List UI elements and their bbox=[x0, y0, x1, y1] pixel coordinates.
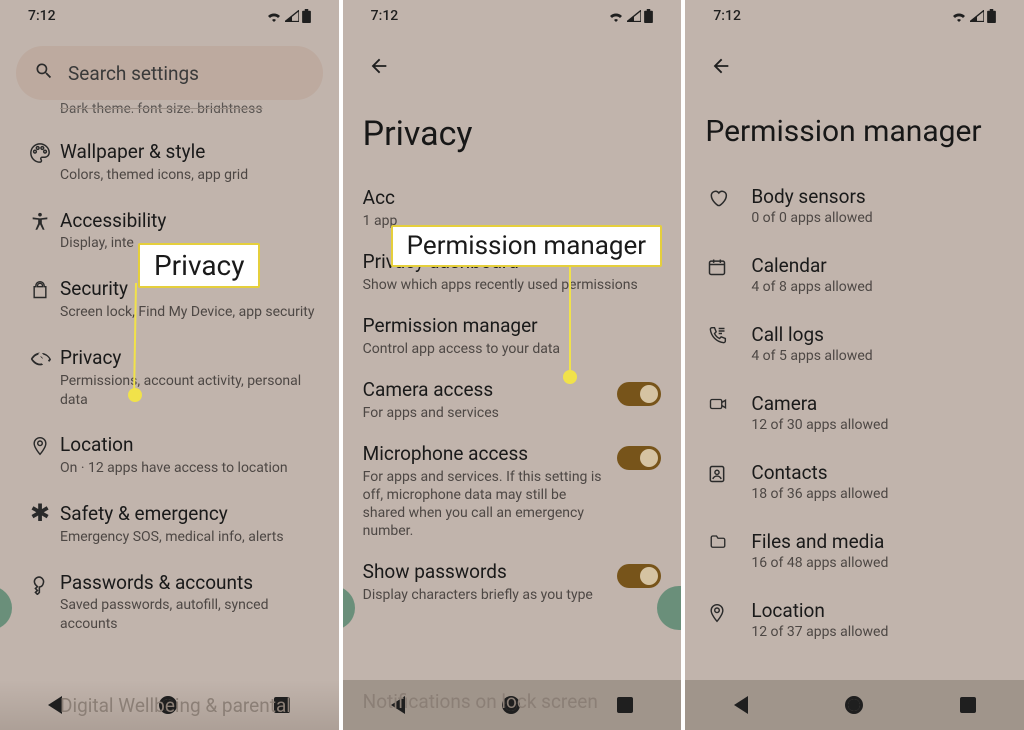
microphone-access-switch[interactable] bbox=[617, 446, 661, 470]
signal-icon bbox=[627, 10, 641, 22]
perm-row-camera[interactable]: Camera12 of 30 apps allowed bbox=[685, 378, 1024, 447]
wifi-icon bbox=[608, 10, 624, 22]
panel-permission-manager: 7:12 Permission manager Body sensors0 of… bbox=[685, 0, 1024, 730]
search-settings[interactable]: Search settings bbox=[16, 46, 323, 100]
folder-icon bbox=[707, 530, 751, 551]
privacy-row-camera-access[interactable]: Camera accessFor apps and services bbox=[343, 368, 682, 432]
search-placeholder: Search settings bbox=[68, 62, 199, 85]
three-panel-stage: 7:12 Search settings Dark theme, font si… bbox=[0, 0, 1024, 730]
callout-privacy: Privacy bbox=[138, 243, 260, 288]
location-pin-icon bbox=[20, 433, 60, 457]
search-icon bbox=[34, 61, 54, 85]
privacy-eye-icon bbox=[20, 346, 60, 370]
row-privacy[interactable]: PrivacyPermissions, account activity, pe… bbox=[0, 334, 339, 422]
status-icons bbox=[951, 9, 996, 23]
location-pin-icon bbox=[707, 599, 751, 624]
callout-permission-manager: Permission manager bbox=[391, 225, 662, 267]
signal-icon bbox=[970, 10, 984, 22]
nav-bar: Notifications on lock screen bbox=[343, 680, 682, 730]
settings-list: Wallpaper & styleColors, themed icons, a… bbox=[0, 122, 339, 646]
status-time: 7:12 bbox=[371, 8, 399, 24]
status-icons bbox=[608, 9, 653, 23]
perm-row-call-logs[interactable]: Call logs4 of 5 apps allowed bbox=[685, 309, 1024, 378]
status-bar: 7:12 bbox=[0, 0, 339, 28]
calendar-icon bbox=[707, 254, 751, 277]
row-wallpaper[interactable]: Wallpaper & styleColors, themed icons, a… bbox=[0, 128, 339, 197]
page-title: Permission manager bbox=[685, 90, 1024, 171]
nav-home[interactable] bbox=[845, 696, 863, 714]
accessibility-icon bbox=[20, 209, 60, 233]
contacts-icon bbox=[707, 461, 751, 484]
perm-row-location[interactable]: Location12 of 37 apps allowed bbox=[685, 585, 1024, 654]
camera-icon bbox=[707, 392, 751, 413]
wifi-icon bbox=[951, 10, 967, 22]
prev-item-partial: Dark theme, font size, brightness bbox=[60, 101, 323, 113]
status-bar: 7:12 bbox=[343, 0, 682, 28]
back-button[interactable] bbox=[701, 46, 741, 86]
next-item-partial: Notifications on lock screen bbox=[363, 690, 598, 713]
perm-row-contacts[interactable]: Contacts18 of 36 apps allowed bbox=[685, 447, 1024, 516]
camera-access-switch[interactable] bbox=[617, 382, 661, 406]
lock-icon bbox=[20, 277, 60, 301]
row-location[interactable]: LocationOn · 12 apps have access to loca… bbox=[0, 421, 339, 490]
status-bar: 7:12 bbox=[685, 0, 1024, 28]
battery-icon bbox=[302, 9, 311, 23]
nav-recent[interactable] bbox=[617, 697, 633, 713]
page-title: Privacy bbox=[343, 90, 682, 176]
palette-icon bbox=[20, 140, 60, 164]
privacy-row-microphone-access[interactable]: Microphone accessFor apps and services. … bbox=[343, 432, 682, 551]
panel-settings: 7:12 Search settings Dark theme, font si… bbox=[0, 0, 339, 730]
battery-icon bbox=[644, 9, 653, 23]
perm-row-body-sensors[interactable]: Body sensors0 of 0 apps allowed bbox=[685, 171, 1024, 240]
callout-dot-2 bbox=[563, 370, 577, 384]
next-item-partial: Digital Wellbeing & parental bbox=[60, 694, 291, 717]
privacy-row-permission-manager[interactable]: Permission managerControl app access to … bbox=[343, 304, 682, 368]
row-safety[interactable]: ✱ Safety & emergencyEmergency SOS, medic… bbox=[0, 490, 339, 559]
perm-row-files[interactable]: Files and media16 of 48 apps allowed bbox=[685, 516, 1024, 585]
callout-dot bbox=[128, 388, 142, 402]
signal-icon bbox=[285, 10, 299, 22]
nav-bar bbox=[685, 680, 1024, 730]
nav-back[interactable] bbox=[734, 696, 748, 714]
panel-privacy: 7:12 Privacy Acc1 app Privacy dashboardS… bbox=[343, 0, 682, 730]
callout-leader-2 bbox=[569, 265, 571, 377]
battery-icon bbox=[987, 9, 996, 23]
row-passwords[interactable]: Passwords & accountsSaved passwords, aut… bbox=[0, 559, 339, 647]
status-time: 7:12 bbox=[713, 8, 741, 24]
perm-row-calendar[interactable]: Calendar4 of 8 apps allowed bbox=[685, 240, 1024, 309]
nav-bar: Digital Wellbeing & parental bbox=[0, 680, 339, 730]
nav-recent[interactable] bbox=[960, 697, 976, 713]
phone-list-icon bbox=[707, 323, 751, 346]
status-icons bbox=[266, 9, 311, 23]
back-button[interactable] bbox=[359, 46, 399, 86]
asterisk-icon: ✱ bbox=[20, 502, 60, 522]
status-time: 7:12 bbox=[28, 8, 56, 24]
show-passwords-switch[interactable] bbox=[617, 564, 661, 588]
heart-icon bbox=[707, 185, 751, 208]
wifi-icon bbox=[266, 10, 282, 22]
key-icon bbox=[20, 571, 60, 595]
privacy-row-show-passwords[interactable]: Show passwordsDisplay characters briefly… bbox=[343, 550, 682, 614]
